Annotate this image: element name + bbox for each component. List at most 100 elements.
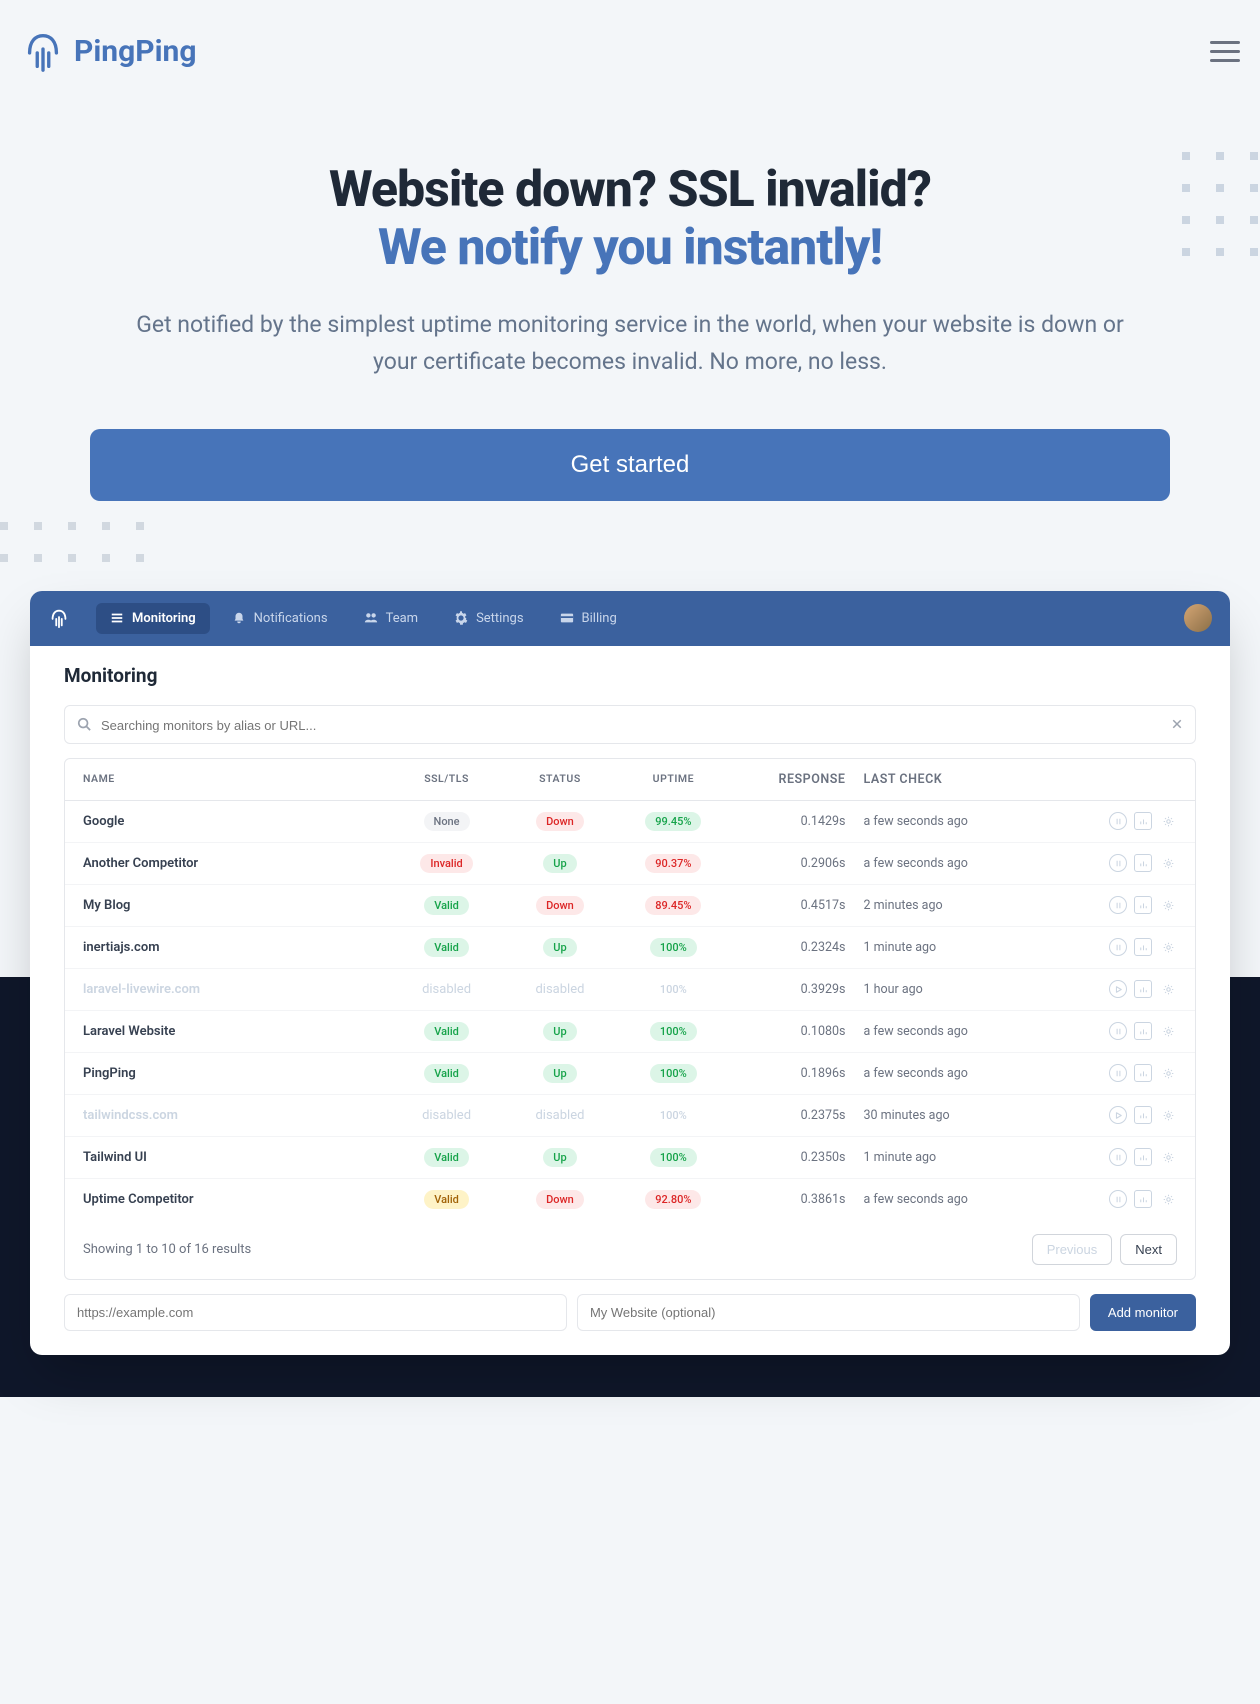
hero-subtext: Get notified by the simplest uptime moni… bbox=[90, 307, 1170, 381]
ssl-text: disabled bbox=[422, 982, 471, 997]
uptime-badge: 100% bbox=[650, 938, 697, 957]
ssl-badge: Valid bbox=[424, 896, 469, 915]
status-text: disabled bbox=[535, 982, 584, 997]
stats-icon[interactable] bbox=[1134, 896, 1152, 914]
uptime-badge: 100% bbox=[650, 980, 697, 999]
settings-icon[interactable] bbox=[1159, 896, 1177, 914]
settings-icon[interactable] bbox=[1159, 1190, 1177, 1208]
stats-icon[interactable] bbox=[1134, 1064, 1152, 1082]
row-name: My Blog bbox=[83, 898, 390, 913]
pause-icon[interactable] bbox=[1109, 854, 1127, 872]
nav-notifications[interactable]: Notifications bbox=[218, 603, 342, 634]
response-text: 0.2324s bbox=[730, 940, 863, 955]
row-name: Uptime Competitor bbox=[83, 1192, 390, 1207]
logo[interactable]: PingPing bbox=[20, 28, 196, 74]
col-uptime: UPTIME bbox=[617, 772, 730, 787]
col-status: STATUS bbox=[503, 772, 616, 787]
decorative-dots-left bbox=[0, 522, 146, 562]
stats-icon[interactable] bbox=[1134, 938, 1152, 956]
table-row[interactable]: Tailwind UIValidUp100%0.2350s1 minute ag… bbox=[65, 1137, 1195, 1179]
response-text: 0.3861s bbox=[730, 1192, 863, 1207]
ssl-badge: Valid bbox=[424, 938, 469, 957]
settings-icon[interactable] bbox=[1159, 1022, 1177, 1040]
last-check-text: 2 minutes ago bbox=[863, 898, 1050, 913]
get-started-button[interactable]: Get started bbox=[90, 429, 1170, 501]
response-text: 0.2906s bbox=[730, 856, 863, 871]
stats-icon[interactable] bbox=[1134, 1106, 1152, 1124]
pause-icon[interactable] bbox=[1109, 812, 1127, 830]
stats-icon[interactable] bbox=[1134, 1022, 1152, 1040]
last-check-text: 1 hour ago bbox=[863, 982, 1050, 997]
uptime-badge: 99.45% bbox=[645, 812, 701, 831]
alias-input[interactable] bbox=[577, 1294, 1080, 1331]
ssl-badge: Valid bbox=[424, 1064, 469, 1083]
prev-button[interactable]: Previous bbox=[1032, 1234, 1113, 1265]
nav-settings[interactable]: Settings bbox=[440, 603, 537, 634]
card-icon bbox=[560, 611, 574, 625]
table-row[interactable]: My BlogValidDown89.45%0.4517s2 minutes a… bbox=[65, 885, 1195, 927]
table-row[interactable]: tailwindcss.comdisableddisabled100%0.237… bbox=[65, 1095, 1195, 1137]
row-name: Google bbox=[83, 814, 390, 829]
col-last: LAST CHECK bbox=[863, 772, 1050, 787]
status-badge: Down bbox=[536, 1190, 584, 1209]
stats-icon[interactable] bbox=[1134, 1190, 1152, 1208]
settings-icon[interactable] bbox=[1159, 854, 1177, 872]
monitors-table: NAME SSL/TLS STATUS UPTIME RESPONSE LAST… bbox=[64, 758, 1196, 1280]
pause-icon[interactable] bbox=[1109, 938, 1127, 956]
table-row[interactable]: inertiajs.comValidUp100%0.2324s1 minute … bbox=[65, 927, 1195, 969]
search-input[interactable] bbox=[101, 718, 1159, 733]
stats-icon[interactable] bbox=[1134, 980, 1152, 998]
clear-icon[interactable] bbox=[1171, 718, 1183, 730]
pause-icon[interactable] bbox=[1109, 980, 1127, 998]
add-monitor-button[interactable]: Add monitor bbox=[1090, 1294, 1196, 1331]
uptime-badge: 100% bbox=[650, 1106, 697, 1125]
settings-icon[interactable] bbox=[1159, 980, 1177, 998]
pause-icon[interactable] bbox=[1109, 1148, 1127, 1166]
stats-icon[interactable] bbox=[1134, 1148, 1152, 1166]
stats-icon[interactable] bbox=[1134, 854, 1152, 872]
settings-icon[interactable] bbox=[1159, 1064, 1177, 1082]
settings-icon[interactable] bbox=[1159, 1106, 1177, 1124]
pause-icon[interactable] bbox=[1109, 1064, 1127, 1082]
table-row[interactable]: laravel-livewire.comdisableddisabled100%… bbox=[65, 969, 1195, 1011]
stats-icon[interactable] bbox=[1134, 812, 1152, 830]
app-logo-icon bbox=[48, 607, 70, 629]
pause-icon[interactable] bbox=[1109, 896, 1127, 914]
last-check-text: a few seconds ago bbox=[863, 856, 1050, 871]
col-response: RESPONSE bbox=[730, 772, 863, 787]
ssl-badge: None bbox=[424, 812, 470, 831]
bell-icon bbox=[232, 611, 246, 625]
logo-icon bbox=[20, 28, 66, 74]
uptime-badge: 90.37% bbox=[645, 854, 701, 873]
table-row[interactable]: PingPingValidUp100%0.1896sa few seconds … bbox=[65, 1053, 1195, 1095]
status-badge: Up bbox=[543, 1148, 576, 1167]
settings-icon[interactable] bbox=[1159, 1148, 1177, 1166]
nav-monitoring[interactable]: Monitoring bbox=[96, 603, 210, 634]
url-input[interactable] bbox=[64, 1294, 567, 1331]
nav-billing[interactable]: Billing bbox=[546, 603, 631, 634]
uptime-badge: 100% bbox=[650, 1148, 697, 1167]
pause-icon[interactable] bbox=[1109, 1022, 1127, 1040]
last-check-text: a few seconds ago bbox=[863, 814, 1050, 829]
pause-icon[interactable] bbox=[1109, 1190, 1127, 1208]
next-button[interactable]: Next bbox=[1120, 1234, 1177, 1265]
settings-icon[interactable] bbox=[1159, 938, 1177, 956]
avatar[interactable] bbox=[1184, 604, 1212, 632]
pause-icon[interactable] bbox=[1109, 1106, 1127, 1124]
team-icon bbox=[364, 611, 378, 625]
table-row[interactable]: Uptime CompetitorValidDown92.80%0.3861sa… bbox=[65, 1179, 1195, 1220]
menu-button[interactable] bbox=[1210, 41, 1240, 62]
search-box bbox=[64, 705, 1196, 744]
row-name: PingPing bbox=[83, 1066, 390, 1081]
settings-icon[interactable] bbox=[1159, 812, 1177, 830]
nav-team[interactable]: Team bbox=[350, 603, 433, 634]
table-row[interactable]: Laravel WebsiteValidUp100%0.1080sa few s… bbox=[65, 1011, 1195, 1053]
logo-text: PingPing bbox=[74, 34, 196, 69]
table-row[interactable]: GoogleNoneDown99.45%0.1429sa few seconds… bbox=[65, 801, 1195, 843]
row-name: Another Competitor bbox=[83, 856, 390, 871]
hero-heading: Website down? SSL invalid? We notify you… bbox=[90, 162, 1170, 277]
last-check-text: 1 minute ago bbox=[863, 940, 1050, 955]
table-row[interactable]: Another CompetitorInvalidUp90.37%0.2906s… bbox=[65, 843, 1195, 885]
ssl-badge: Invalid bbox=[420, 854, 472, 873]
ssl-badge: Valid bbox=[424, 1148, 469, 1167]
